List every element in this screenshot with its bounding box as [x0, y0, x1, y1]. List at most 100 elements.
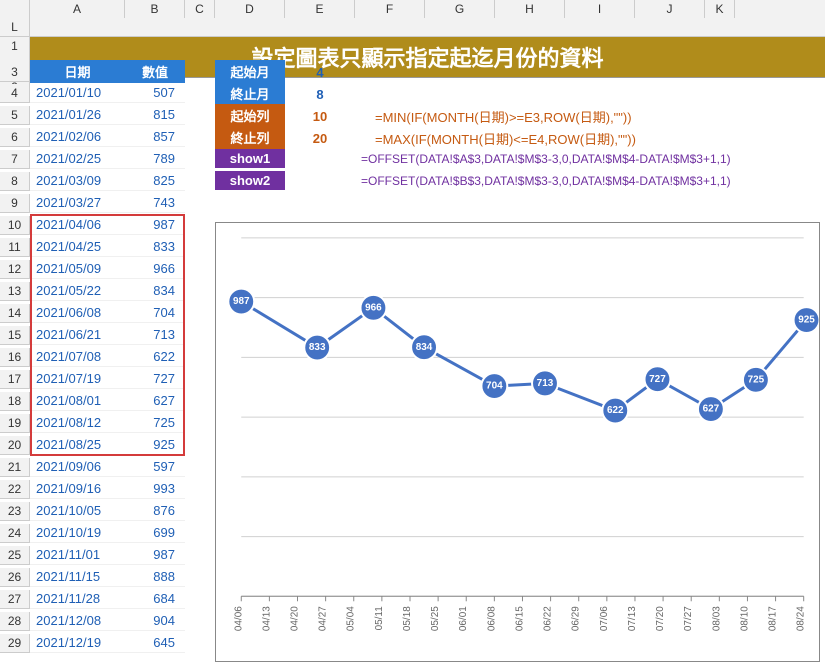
value-cell[interactable]: 507: [125, 83, 185, 103]
date-cell[interactable]: 2021/09/06: [30, 457, 125, 477]
value-cell[interactable]: 876: [125, 501, 185, 521]
value-cell[interactable]: 713: [125, 325, 185, 345]
date-cell[interactable]: 2021/09/16: [30, 479, 125, 499]
row-header[interactable]: 13: [0, 282, 30, 301]
date-cell[interactable]: 2021/02/06: [30, 127, 125, 147]
value-cell[interactable]: 857: [125, 127, 185, 147]
date-cell[interactable]: 2021/11/28: [30, 589, 125, 609]
row-header[interactable]: 15: [0, 326, 30, 345]
row-header[interactable]: 11: [0, 238, 30, 257]
param-value[interactable]: 10: [285, 109, 355, 124]
row-header[interactable]: 21: [0, 458, 30, 477]
table-row[interactable]: 112021/04/25833: [0, 236, 185, 258]
row-header[interactable]: 19: [0, 414, 30, 433]
param-value[interactable]: 8: [285, 87, 355, 102]
row-header[interactable]: 16: [0, 348, 30, 367]
param-formula[interactable]: =MAX(IF(MONTH(日期)<=E4,ROW(日期),"")): [355, 129, 820, 148]
date-cell[interactable]: 2021/03/09: [30, 171, 125, 191]
col-header[interactable]: [0, 0, 30, 18]
row-header[interactable]: 24: [0, 524, 30, 543]
value-cell[interactable]: 622: [125, 347, 185, 367]
table-row[interactable]: 182021/08/01627: [0, 390, 185, 412]
date-cell[interactable]: 2021/06/08: [30, 303, 125, 323]
date-cell[interactable]: 2021/05/22: [30, 281, 125, 301]
value-cell[interactable]: 727: [125, 369, 185, 389]
value-cell[interactable]: 888: [125, 567, 185, 587]
date-cell[interactable]: 2021/11/15: [30, 567, 125, 587]
param-formula[interactable]: =OFFSET(DATA!$A$3,DATA!$M$3-3,0,DATA!$M$…: [355, 152, 820, 166]
value-cell[interactable]: 904: [125, 611, 185, 631]
date-cell[interactable]: 2021/04/06: [30, 215, 125, 235]
row-header[interactable]: 22: [0, 480, 30, 499]
row-header[interactable]: 20: [0, 436, 30, 455]
date-cell[interactable]: 2021/06/21: [30, 325, 125, 345]
row-header[interactable]: 4: [0, 84, 30, 103]
col-header[interactable]: H: [495, 0, 565, 18]
row-header[interactable]: 26: [0, 568, 30, 587]
table-row[interactable]: 72021/02/25789: [0, 148, 185, 170]
row-header[interactable]: 18: [0, 392, 30, 411]
row-header[interactable]: 23: [0, 502, 30, 521]
value-cell[interactable]: 704: [125, 303, 185, 323]
col-header[interactable]: F: [355, 0, 425, 18]
table-row[interactable]: 232021/10/05876: [0, 500, 185, 522]
row-header[interactable]: 25: [0, 546, 30, 565]
line-chart[interactable]: 04/0604/1304/2004/2705/0405/1105/1805/25…: [215, 222, 820, 662]
value-cell[interactable]: 834: [125, 281, 185, 301]
date-cell[interactable]: 2021/04/25: [30, 237, 125, 257]
table-row[interactable]: 82021/03/09825: [0, 170, 185, 192]
date-cell[interactable]: 2021/03/27: [30, 193, 125, 213]
value-cell[interactable]: 725: [125, 413, 185, 433]
value-cell[interactable]: 966: [125, 259, 185, 279]
table-row[interactable]: 242021/10/19699: [0, 522, 185, 544]
date-cell[interactable]: 2021/10/05: [30, 501, 125, 521]
date-cell[interactable]: 2021/08/12: [30, 413, 125, 433]
value-cell[interactable]: 645: [125, 633, 185, 653]
col-header[interactable]: D: [215, 0, 285, 18]
value-cell[interactable]: 627: [125, 391, 185, 411]
date-cell[interactable]: 2021/07/08: [30, 347, 125, 367]
value-cell[interactable]: 825: [125, 171, 185, 191]
table-row[interactable]: 152021/06/21713: [0, 324, 185, 346]
row-header[interactable]: 8: [0, 172, 30, 191]
row-header[interactable]: 27: [0, 590, 30, 609]
date-cell[interactable]: 2021/12/08: [30, 611, 125, 631]
table-row[interactable]: 132021/05/22834: [0, 280, 185, 302]
row-header[interactable]: 14: [0, 304, 30, 323]
value-cell[interactable]: 699: [125, 523, 185, 543]
value-cell[interactable]: 684: [125, 589, 185, 609]
date-cell[interactable]: 2021/07/19: [30, 369, 125, 389]
row-header[interactable]: 10: [0, 216, 30, 235]
value-cell[interactable]: 987: [125, 545, 185, 565]
table-row[interactable]: 282021/12/08904: [0, 610, 185, 632]
table-row[interactable]: 262021/11/15888: [0, 566, 185, 588]
date-cell[interactable]: 2021/01/26: [30, 105, 125, 125]
date-cell[interactable]: 2021/11/01: [30, 545, 125, 565]
param-value[interactable]: 4: [285, 65, 355, 80]
row-header[interactable]: 28: [0, 612, 30, 631]
row-header[interactable]: 7: [0, 150, 30, 169]
row-header[interactable]: 17: [0, 370, 30, 389]
param-value[interactable]: 20: [285, 131, 355, 146]
table-row[interactable]: 142021/06/08704: [0, 302, 185, 324]
table-row[interactable]: 52021/01/26815: [0, 104, 185, 126]
date-cell[interactable]: 2021/08/25: [30, 435, 125, 455]
date-cell[interactable]: 2021/08/01: [30, 391, 125, 411]
table-row[interactable]: 122021/05/09966: [0, 258, 185, 280]
param-formula[interactable]: =OFFSET(DATA!$B$3,DATA!$M$3-3,0,DATA!$M$…: [355, 174, 820, 188]
table-row[interactable]: 272021/11/28684: [0, 588, 185, 610]
row-header[interactable]: 29: [0, 634, 30, 653]
value-cell[interactable]: 815: [125, 105, 185, 125]
row-header[interactable]: 6: [0, 128, 30, 147]
date-cell[interactable]: 2021/10/19: [30, 523, 125, 543]
table-row[interactable]: 202021/08/25925: [0, 434, 185, 456]
row-header[interactable]: 12: [0, 260, 30, 279]
table-row[interactable]: 162021/07/08622: [0, 346, 185, 368]
col-header[interactable]: B: [125, 0, 185, 18]
date-cell[interactable]: 2021/12/19: [30, 633, 125, 653]
table-row[interactable]: 212021/09/06597: [0, 456, 185, 478]
col-header[interactable]: I: [565, 0, 635, 18]
table-row[interactable]: 222021/09/16993: [0, 478, 185, 500]
col-header[interactable]: L: [0, 18, 30, 36]
value-cell[interactable]: 993: [125, 479, 185, 499]
